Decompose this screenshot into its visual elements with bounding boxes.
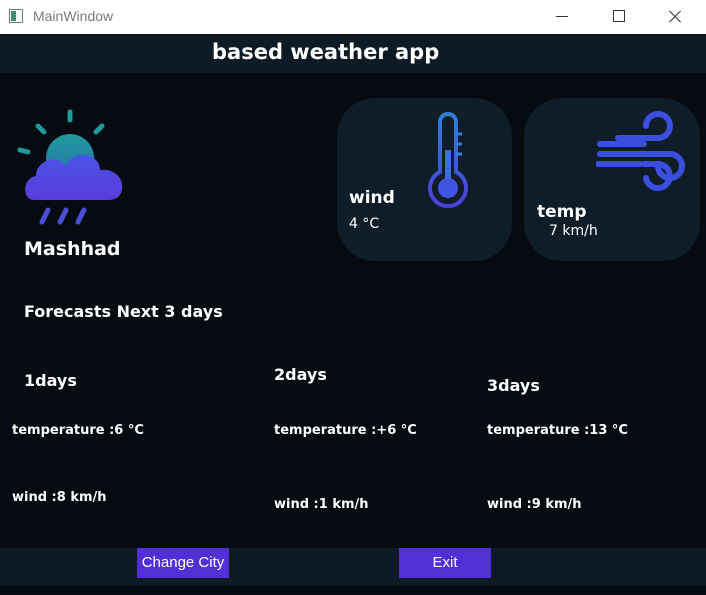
temp-label: temp — [537, 202, 587, 222]
thermometer-icon — [428, 112, 468, 209]
weather-cloud-sun-rain-icon — [17, 109, 123, 225]
day-2-wind: wind :1 km/h — [274, 497, 369, 512]
window-title: MainWindow — [33, 8, 114, 24]
temp-value: 7 km/h — [549, 223, 598, 239]
wind-card: wind 4 °C — [337, 98, 512, 261]
day-1-label: 1days — [24, 371, 77, 390]
main-window-content: based weather app Mashhad wind 4 °C temp… — [0, 34, 706, 595]
wind-label: wind — [349, 188, 395, 208]
change-city-button[interactable]: Change City — [137, 548, 229, 578]
wind-icon — [596, 111, 685, 191]
app-title: based weather app — [212, 40, 440, 64]
day-2-label: 2days — [274, 365, 327, 384]
minimize-button[interactable] — [539, 0, 585, 34]
forecast-title: Forecasts Next 3 days — [24, 302, 223, 321]
maximize-button[interactable] — [596, 0, 642, 34]
temp-card: temp 7 km/h — [524, 98, 700, 261]
day-3-label: 3days — [487, 376, 540, 395]
wind-value: 4 °C — [349, 216, 380, 232]
day-1-wind: wind :8 km/h — [12, 490, 107, 505]
day-1-temperature: temperature :6 °C — [12, 423, 144, 438]
window-title-bar[interactable]: MainWindow — [0, 0, 706, 34]
header-panel: based weather app — [0, 34, 706, 73]
day-3-wind: wind :9 km/h — [487, 497, 582, 512]
footer-panel — [0, 548, 706, 586]
day-3-temperature: temperature :13 °C — [487, 423, 628, 438]
exit-button[interactable]: Exit — [399, 548, 491, 578]
app-icon — [9, 9, 23, 23]
city-name: Mashhad — [24, 238, 121, 260]
close-button[interactable] — [652, 0, 698, 34]
day-2-temperature: temperature :+6 °C — [274, 423, 417, 438]
